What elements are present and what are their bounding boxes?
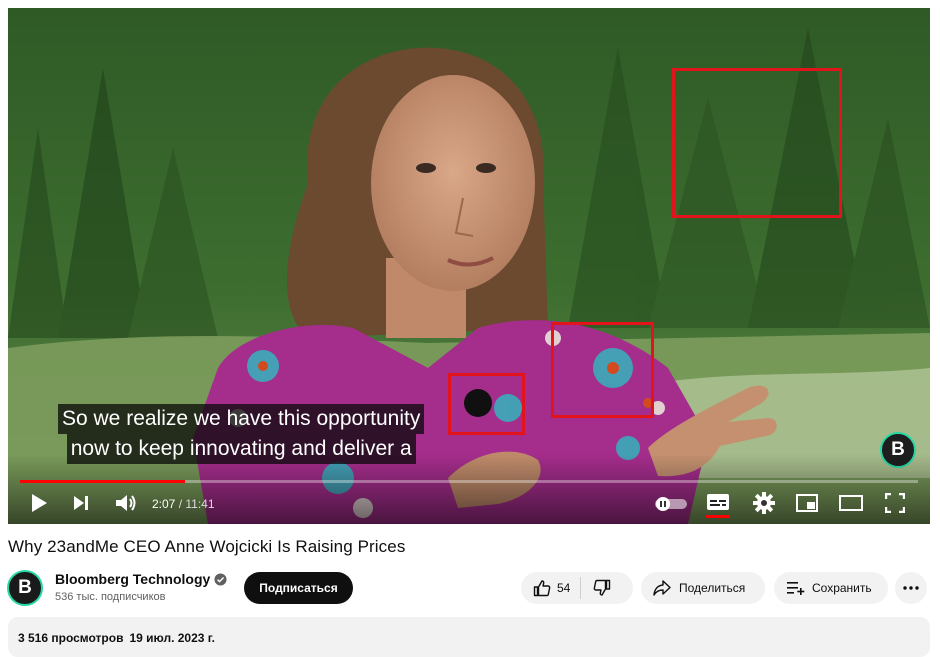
autoplay-toggle-icon (655, 497, 687, 511)
save-button[interactable]: Сохранить (774, 572, 888, 604)
subscriber-count: 536 тыс. подписчиков (55, 591, 166, 603)
verified-icon (214, 572, 227, 586)
like-count: 54 (557, 581, 571, 595)
theater-mode-icon (839, 495, 863, 511)
fullscreen-button[interactable] (882, 491, 908, 515)
upload-date: 19 июл. 2023 г. (129, 631, 215, 645)
annotation-box (551, 322, 654, 418)
annotation-box (448, 373, 525, 435)
save-playlist-icon (787, 582, 805, 595)
fullscreen-icon (885, 493, 905, 513)
more-icon (903, 586, 919, 590)
volume-icon (116, 495, 136, 511)
miniplayer-button[interactable] (794, 491, 820, 515)
next-button[interactable] (68, 490, 94, 516)
thumbs-down-icon (593, 579, 611, 596)
play-icon (32, 494, 47, 512)
subtitles-button[interactable] (705, 490, 731, 520)
dislike-button[interactable] (581, 572, 623, 604)
like-dislike-group: 54 (521, 572, 633, 604)
autoplay-toggle[interactable] (654, 495, 688, 513)
volume-button[interactable] (112, 489, 140, 517)
progress-played (20, 480, 186, 483)
channel-name[interactable]: Bloomberg Technology (55, 571, 210, 587)
time-display: 2:07 / 11:41 (152, 494, 215, 514)
save-label: Сохранить (812, 581, 872, 595)
theater-mode-button[interactable] (837, 492, 865, 514)
progress-bar[interactable] (20, 480, 918, 483)
share-arrow-icon (653, 580, 671, 596)
more-actions-button[interactable] (895, 572, 927, 604)
settings-button[interactable] (751, 490, 777, 516)
subscribe-button[interactable]: Подписаться (244, 572, 353, 604)
next-icon (74, 496, 88, 510)
time-total: 11:41 (185, 497, 215, 511)
time-separator: / (175, 497, 186, 511)
view-count: 3 516 просмотров (18, 631, 124, 645)
share-label: Поделиться (679, 581, 746, 595)
channel-name-row[interactable]: Bloomberg Technology (55, 571, 227, 587)
annotation-box (672, 68, 842, 218)
video-player[interactable]: So we realize we have this opportunity n… (8, 8, 930, 524)
share-button[interactable]: Поделиться (641, 572, 765, 604)
controls-gradient (8, 454, 930, 524)
miniplayer-icon (796, 494, 818, 512)
thumbs-up-icon (533, 580, 551, 597)
description-meta: 3 516 просмотров 19 июл. 2023 г. (18, 631, 221, 645)
caption-line: So we realize we have this opportunity (58, 404, 425, 434)
video-title: Why 23andMe CEO Anne Wojcicki Is Raising… (8, 537, 406, 556)
channel-avatar[interactable]: B (7, 570, 43, 606)
settings-icon (753, 492, 775, 514)
like-button[interactable]: 54 (521, 572, 580, 604)
time-current: 2:07 (152, 497, 176, 511)
play-button[interactable] (26, 490, 52, 516)
subtitles-icon (706, 494, 730, 518)
